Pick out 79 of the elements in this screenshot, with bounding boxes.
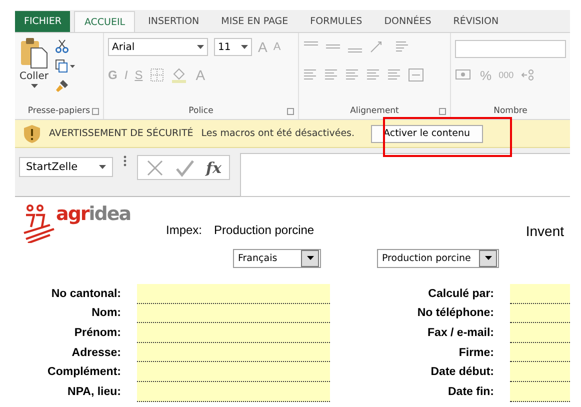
grip-icon	[123, 155, 127, 167]
field-label: NPA, lieu:	[66, 386, 121, 398]
input-field[interactable]	[137, 342, 330, 362]
wrap-text-icon[interactable]	[395, 40, 409, 54]
input-field[interactable]	[510, 382, 570, 402]
figures-logo-icon	[22, 203, 56, 243]
group-label: Alignement	[350, 106, 399, 116]
input-field[interactable]	[510, 342, 570, 362]
sheet-title: Invent	[526, 223, 564, 239]
enable-content-button[interactable]: Activer le contenu	[370, 124, 483, 142]
field-label: Calculé par:	[427, 288, 494, 300]
scissors-icon[interactable]	[55, 39, 69, 53]
input-field[interactable]	[137, 284, 330, 304]
dialog-launcher-icon[interactable]	[439, 108, 446, 115]
number-format-field[interactable]	[455, 40, 566, 58]
cancel-icon[interactable]	[146, 158, 164, 176]
formula-input[interactable]	[240, 153, 570, 197]
field-label: Prénom:	[73, 326, 121, 339]
security-warning-title: AVERTISSEMENT DE SÉCURITÉ	[49, 128, 194, 139]
align-icon[interactable]	[345, 69, 359, 81]
input-field[interactable]	[137, 382, 330, 402]
paintbrush-icon[interactable]	[55, 79, 69, 93]
input-field[interactable]	[510, 284, 570, 304]
ribbon-tab[interactable]: FICHIER	[15, 11, 70, 32]
name-box[interactable]: StartZelle	[19, 157, 113, 177]
input-field[interactable]	[137, 304, 330, 324]
input-field[interactable]	[137, 362, 330, 382]
ribbon-tab[interactable]: ACCUEIL	[74, 11, 136, 32]
caret-icon	[241, 44, 248, 50]
security-message: Les macros ont été désactivées.	[201, 128, 355, 139]
field-label: No téléphone:	[416, 307, 494, 320]
font-size-field[interactable]: 11	[214, 38, 252, 56]
language-dropdown[interactable]: Français	[233, 248, 321, 268]
ribbon-tab[interactable]: MISE EN PAGE	[212, 11, 298, 32]
merge-cells-icon[interactable]	[408, 68, 424, 82]
align-icon[interactable]	[303, 69, 317, 81]
dialog-launcher-icon[interactable]	[287, 108, 294, 115]
paste-button[interactable]: Coller	[19, 37, 49, 103]
warning-shield-icon	[23, 124, 41, 144]
logo: agridea	[22, 203, 162, 243]
input-field[interactable]	[510, 304, 570, 324]
field-label: Nom:	[90, 307, 121, 320]
ribbon-tab[interactable]: RÉVISION	[444, 11, 508, 32]
fill-bucket-icon[interactable]	[170, 67, 189, 83]
input-field[interactable]	[510, 323, 570, 343]
field-label: Complément:	[46, 366, 121, 378]
impex-label: Impex:	[166, 223, 202, 237]
ribbon-tab[interactable]: DONNÉES	[375, 11, 440, 32]
input-field[interactable]	[137, 323, 330, 343]
caret-icon	[197, 44, 204, 50]
group-label: Police	[188, 106, 214, 116]
insert-function-button[interactable]: fx	[206, 158, 222, 176]
field-label: No cantonal:	[50, 288, 121, 300]
currency-icon[interactable]	[455, 68, 473, 82]
production-dropdown[interactable]: Production porcine	[377, 248, 499, 268]
check-icon[interactable]	[176, 158, 194, 176]
ribbon-tab[interactable]: INSERTION	[139, 11, 208, 32]
field-label: Firme:	[458, 346, 494, 359]
copy-icon[interactable]	[55, 59, 75, 73]
dialog-launcher-icon[interactable]	[92, 108, 99, 115]
align-icon[interactable]	[387, 69, 401, 81]
caret-icon	[306, 256, 314, 260]
field-label: Fax / e-mail:	[426, 326, 494, 339]
align-icon[interactable]	[324, 69, 338, 81]
impex-value: Production porcine	[214, 223, 314, 237]
font-name-field[interactable]: Arial	[108, 38, 208, 56]
ribbon-tab[interactable]: FORMULES	[301, 11, 372, 32]
field-label: Date fin:	[447, 386, 494, 398]
caret-icon	[99, 164, 106, 170]
borders-icon[interactable]	[150, 68, 164, 82]
input-field[interactable]	[510, 362, 570, 382]
clipboard-icon	[19, 37, 49, 69]
caret-icon	[30, 84, 38, 89]
field-label: Date début:	[430, 366, 494, 378]
align-icon[interactable]	[366, 69, 380, 81]
field-label: Adresse:	[70, 346, 121, 359]
caret-icon	[484, 256, 492, 260]
group-label: Presse-papiers	[28, 106, 90, 116]
group-label: Nombre	[494, 106, 528, 116]
